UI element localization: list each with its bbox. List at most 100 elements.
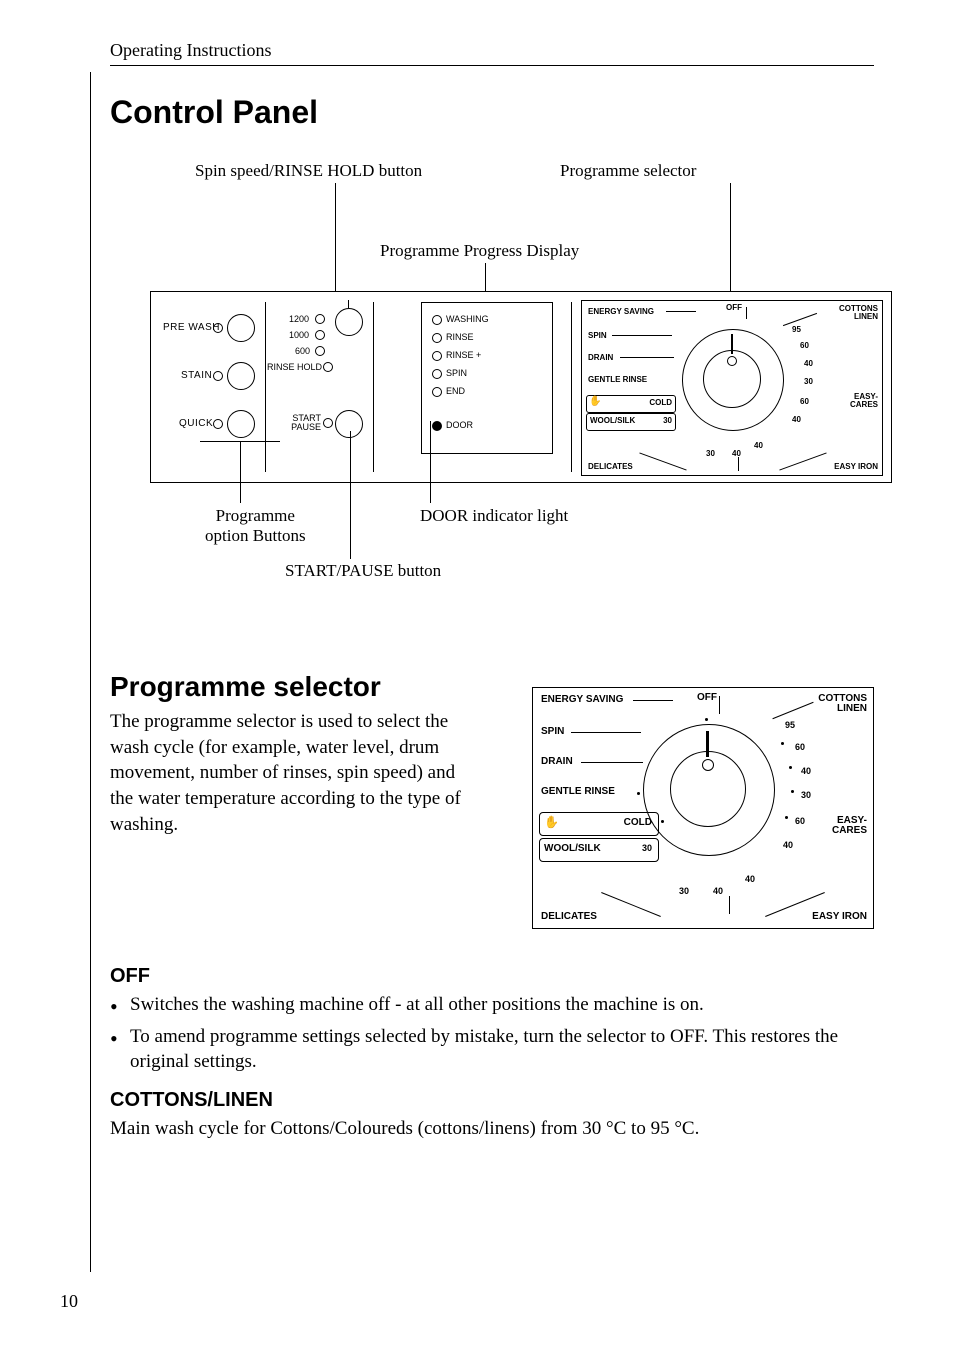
led-icon	[315, 330, 325, 340]
dial-temp-40: 40	[783, 840, 793, 850]
dial-temp-95: 95	[792, 325, 801, 334]
dial-temp-60: 60	[795, 742, 805, 752]
dial-temp-30: 30	[804, 377, 813, 386]
dial-label-cottons: COTTONS LINEN	[818, 694, 867, 714]
off-bullets: Switches the washing machine off - at al…	[110, 992, 874, 1075]
connector	[612, 335, 672, 336]
led-icon	[213, 323, 223, 333]
dial-label-spin: SPIN	[588, 331, 607, 340]
callout-line	[200, 441, 280, 442]
callout-line	[430, 421, 431, 503]
label-rinse: RINSE	[446, 332, 474, 342]
dial-temp-60: 60	[800, 397, 809, 406]
stain-button[interactable]	[227, 362, 255, 390]
label-spin: SPIN	[446, 368, 467, 378]
divider-line	[571, 302, 572, 472]
quick-button[interactable]	[227, 410, 255, 438]
callout-option-buttons: Programme option Buttons	[205, 506, 306, 547]
list-item: To amend programme settings selected by …	[110, 1024, 874, 1075]
woolsilk-box: WOOL/SILK 30	[539, 838, 659, 862]
connector	[729, 896, 730, 914]
callout-line	[730, 183, 731, 291]
dial-temp-60: 60	[800, 341, 809, 350]
dial-label-cottons: COTTONS LINEN	[839, 305, 878, 321]
dial-label-drain: DRAIN	[588, 353, 613, 362]
dial-label-energy-saving: ENERGY SAVING	[588, 307, 654, 316]
hand-wash-icon: ✋	[589, 396, 601, 407]
callout-start-pause: START/PAUSE button	[285, 561, 441, 581]
dial-label-off: OFF	[726, 303, 742, 312]
spin-speed-button[interactable]	[335, 308, 363, 336]
dial-pointer	[706, 731, 709, 757]
dial-temp-60: 60	[795, 816, 805, 826]
running-header: Operating Instructions	[110, 40, 874, 61]
dial-label-gentle-rinse: GENTLE RINSE	[588, 375, 647, 384]
callout-line	[335, 183, 336, 291]
connector	[620, 357, 674, 358]
dial-temp-40: 40	[804, 359, 813, 368]
connector	[633, 700, 673, 701]
led-icon	[432, 387, 442, 397]
led-icon	[315, 314, 325, 324]
dial-label-off: OFF	[697, 692, 717, 703]
label-rinse-hold: RINSE HOLD	[267, 362, 322, 372]
cottons-text: Main wash cycle for Cottons/Coloureds (c…	[110, 1116, 874, 1142]
dial-label-cold: COLD	[624, 817, 652, 828]
led-icon	[323, 418, 333, 428]
callout-door-light: DOOR indicator light	[420, 506, 568, 526]
dial-label-gentle-rinse: GENTLE RINSE	[541, 786, 615, 797]
dial-temp-40: 40	[713, 886, 723, 896]
start-pause-button[interactable]	[335, 410, 363, 438]
connector	[639, 452, 686, 470]
dial-label-spin: SPIN	[541, 726, 564, 737]
callout-prog-selector: Programme selector	[560, 161, 696, 181]
dial-indicator-icon	[727, 356, 737, 366]
dial-label-easy-iron: EASY IRON	[812, 911, 867, 922]
dial-temp-40: 40	[801, 766, 811, 776]
dial-label-delicates: DELICATES	[541, 911, 597, 922]
dial-temp-30: 30	[706, 449, 715, 458]
connector	[779, 452, 826, 470]
cold-box: ✋ COLD	[586, 395, 676, 413]
dial-label-woolsilk: WOOL/SILK	[590, 416, 635, 425]
label-start-pause: START PAUSE	[285, 414, 321, 432]
dial-label-easy-cares: EASY- CARES	[850, 393, 878, 409]
list-item: Switches the washing machine off - at al…	[110, 992, 874, 1018]
dial-temp-30: 30	[642, 843, 652, 853]
woolsilk-box: WOOL/SILK 30	[586, 413, 676, 431]
dial-mark	[781, 742, 784, 745]
progress-display-box: WASHING RINSE RINSE + SPIN END DOOR	[421, 302, 553, 454]
dial-label-easy-iron: EASY IRON	[834, 462, 878, 471]
connector	[571, 732, 641, 733]
selector-dial[interactable]	[682, 329, 784, 431]
subsection-cottons-title: COTTONS/LINEN	[110, 1089, 874, 1112]
dial-temp-40: 40	[792, 415, 801, 424]
dial-temp-30: 30	[663, 416, 672, 425]
connector	[719, 696, 720, 714]
dial-temp-40: 40	[745, 874, 755, 884]
dial-temp-40: 40	[754, 441, 763, 450]
dial-indicator-icon	[702, 759, 714, 771]
programme-selector-small: ENERGY SAVING OFF COTTONS LINEN EASY- CA…	[581, 300, 883, 476]
pre-wash-button[interactable]	[227, 314, 255, 342]
connector	[746, 307, 747, 319]
header-rule	[110, 65, 874, 66]
label-pre-wash: PRE WASH	[163, 322, 220, 333]
led-icon	[432, 315, 442, 325]
connector	[601, 892, 661, 917]
led-icon	[432, 333, 442, 343]
callout-progress-display: Programme Progress Display	[380, 241, 579, 261]
selector-dial[interactable]	[643, 724, 775, 856]
callout-spin-button: Spin speed/RINSE HOLD button	[195, 161, 422, 181]
callout-line	[350, 431, 351, 559]
connector	[738, 457, 739, 471]
control-panel-diagram: Spin speed/RINSE HOLD button Programme s…	[110, 161, 874, 621]
led-icon	[432, 369, 442, 379]
dial-label-woolsilk: WOOL/SILK	[544, 843, 601, 854]
control-panel-outline: PRE WASH STAIN QUICK 1200 1000 600 RINSE…	[150, 291, 892, 483]
dial-temp-30: 30	[679, 886, 689, 896]
divider-line	[265, 302, 266, 472]
dial-mark	[705, 718, 708, 721]
dial-label-drain: DRAIN	[541, 756, 573, 767]
label-rinse-plus: RINSE +	[446, 350, 481, 360]
